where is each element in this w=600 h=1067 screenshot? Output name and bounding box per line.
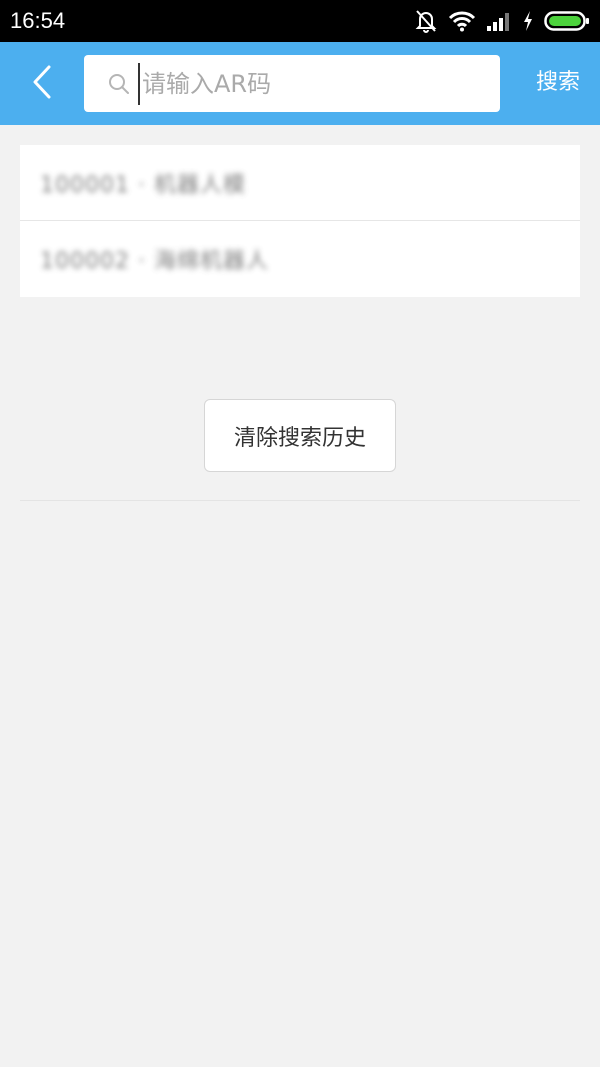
search-box[interactable] [84,55,500,112]
back-button[interactable] [20,60,64,108]
wifi-icon [448,10,476,32]
charging-bolt-icon [522,10,534,32]
history-item[interactable]: 100001 · 机器人模 [20,145,580,221]
clear-history-button[interactable]: 清除搜索历史 [204,399,396,472]
signal-icon [486,11,512,31]
chevron-left-icon [31,64,53,104]
status-bar: 16:54 [0,0,600,42]
history-item-label: 100001 · 机器人模 [40,172,246,198]
history-item-label: 100002 · 海绵机器人 [40,249,269,274]
divider [20,500,580,501]
search-history-list: 100001 · 机器人模 100002 · 海绵机器人 [20,145,580,297]
search-button[interactable]: 搜索 [536,66,580,100]
bell-off-icon [414,8,438,34]
status-icons [414,7,590,35]
app-bar: 搜索 [0,42,600,125]
search-icon [108,73,130,95]
status-time: 16:54 [10,8,66,33]
search-input[interactable] [138,62,484,105]
history-item[interactable]: 100002 · 海绵机器人 [20,221,580,297]
battery-icon [544,10,590,32]
